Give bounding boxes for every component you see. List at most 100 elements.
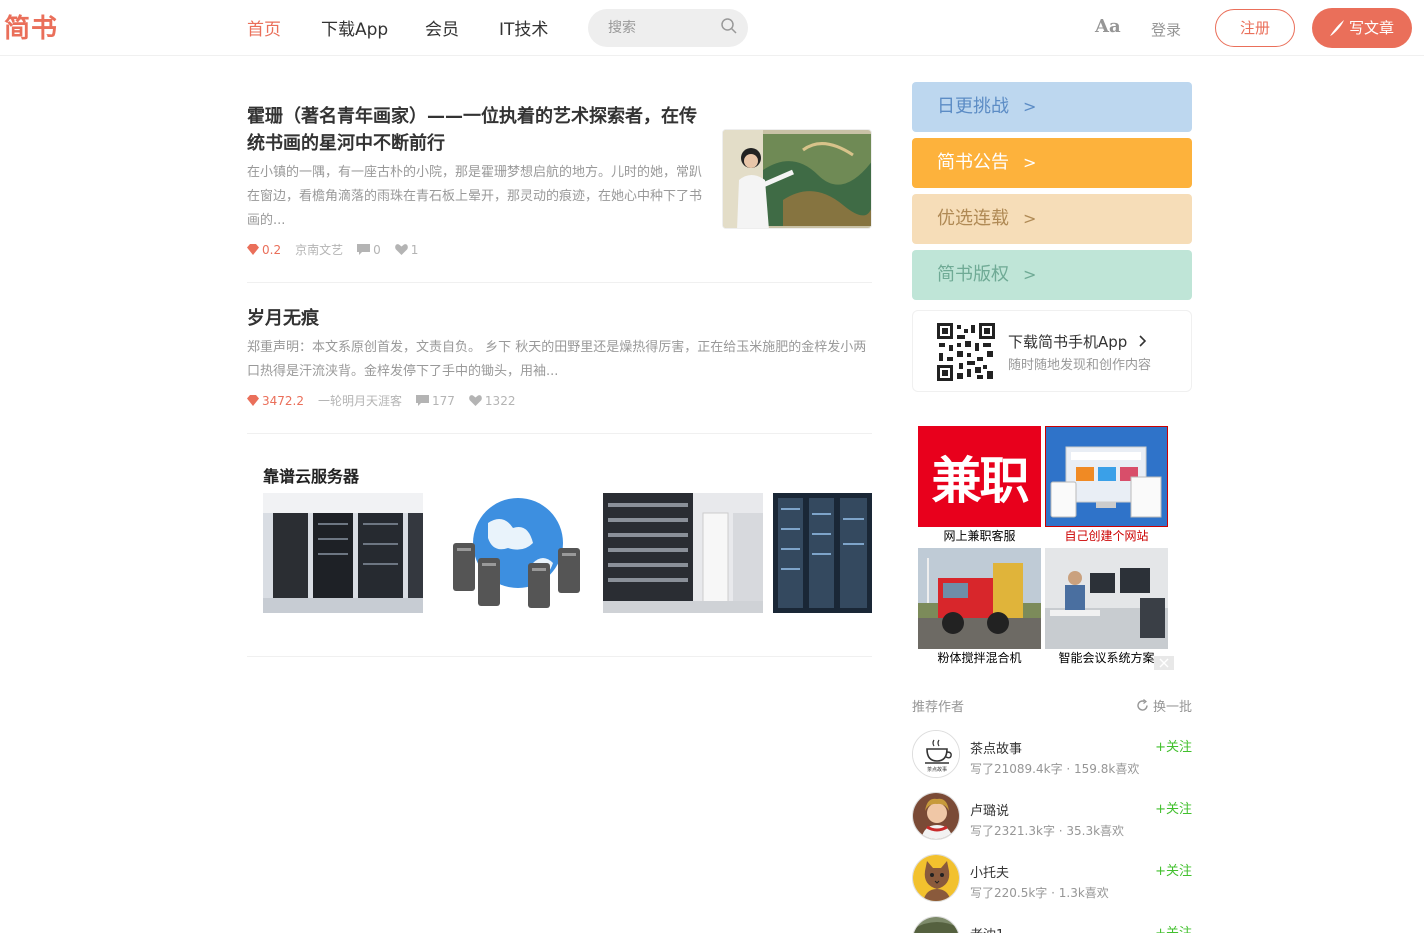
board-label: 日更挑战	[937, 96, 1009, 117]
author-item: 小托夫 写了220.5k字 · 1.3k喜欢 +关注	[912, 854, 1192, 904]
board-label: 简书版权	[937, 264, 1009, 285]
comment-count[interactable]: 0	[357, 243, 381, 257]
ad-caption: 自己创建个网站	[1064, 529, 1149, 543]
chevron-right-icon	[1139, 335, 1147, 347]
download-title: 下载简书手机App	[1008, 331, 1148, 352]
author-info: 写了21089.4k字 · 159.8k喜欢	[970, 762, 1140, 776]
nav-home[interactable]: 首页	[247, 15, 281, 40]
comment-icon	[416, 395, 430, 406]
ad-image-server-room[interactable]	[263, 493, 423, 613]
change-batch-button[interactable]: 换一批	[1136, 696, 1192, 715]
article-author[interactable]: 京南文艺	[295, 241, 343, 258]
avatar[interactable]	[912, 916, 960, 933]
download-subtitle: 随时随地发现和创作内容	[1008, 358, 1152, 373]
pen-icon	[1330, 20, 1344, 36]
author-item: 老沈1 +关注	[912, 916, 1192, 933]
comment-count[interactable]: 177	[416, 394, 455, 408]
board-serial[interactable]: 优选连载 >	[912, 194, 1192, 244]
avatar[interactable]	[912, 792, 960, 840]
board-announcement[interactable]: 简书公告 >	[912, 138, 1192, 188]
like-count: 1	[394, 242, 419, 257]
login-link[interactable]: 登录	[1151, 19, 1181, 40]
like-count: 1322	[469, 393, 516, 408]
follow-button[interactable]: +关注	[1155, 798, 1192, 817]
avatar[interactable]: 茶点故事	[912, 730, 960, 778]
diamond-value: 3472.2	[262, 393, 304, 408]
author-name[interactable]: 老沈1	[970, 924, 1004, 933]
article-author[interactable]: 一轮明月天涯客	[318, 392, 402, 409]
article-item: 岁月无痕 郑重声明：本文系原创首发，文责自负。 乡下 秋天的田野里还是燥热得厉害…	[247, 305, 872, 434]
comment-icon	[357, 244, 371, 255]
ad-block: 靠谱云服务器	[247, 434, 872, 657]
board-copyright[interactable]: 简书版权 >	[912, 250, 1192, 300]
heart-icon	[394, 244, 408, 255]
qr-code-icon	[937, 323, 995, 381]
recommend-title: 推荐作者	[912, 700, 965, 715]
author-item: 卢璐说 写了2321.3k字 · 35.3k喜欢 +关注	[912, 792, 1192, 842]
board-label: 优选连载	[937, 208, 1009, 229]
ad-big-text: 兼职	[931, 450, 1030, 510]
write-article-button[interactable]: 写文章	[1312, 8, 1412, 48]
top-navbar: 简书 首页 下载App 会员 IT技术 Aa 登录 注册 写文章	[0, 0, 1424, 56]
chevron-right-icon: >	[1023, 153, 1037, 172]
ad-image-globe-servers[interactable]	[433, 493, 593, 613]
heart-icon	[469, 395, 482, 406]
search-input[interactable]	[588, 9, 713, 47]
diamond-icon	[247, 244, 259, 255]
chevron-right-icon: >	[1023, 97, 1037, 116]
search-icon[interactable]	[721, 18, 737, 34]
nav-it-tech[interactable]: IT技术	[499, 15, 548, 40]
ad-image-rack-room[interactable]	[603, 493, 763, 613]
avatar-text: 茶点故事	[927, 766, 947, 773]
ad-image-blue-racks[interactable]	[773, 493, 872, 613]
comment-count-value: 177	[432, 393, 455, 408]
refresh-icon	[1137, 699, 1148, 711]
article-abstract: 在小镇的一隅，有一座古朴的小院，那是霍珊梦想启航的地方。儿时的她，常趴在窗边，看…	[247, 165, 703, 228]
follow-button[interactable]: +关注	[1155, 736, 1192, 755]
recommend-authors-header: 推荐作者 换一批	[912, 696, 1192, 715]
side-ad-mixer[interactable]: 粉体搅拌混合机	[918, 548, 1041, 668]
author-name[interactable]: 卢璐说	[970, 800, 1009, 819]
ad-close-icon[interactable]	[1154, 656, 1174, 670]
download-app-card[interactable]: 下载简书手机App 随时随地发现和创作内容	[912, 310, 1192, 392]
author-item: 茶点故事 茶点故事 写了21089.4k字 · 159.8k喜欢 +关注	[912, 730, 1192, 780]
avatar[interactable]	[912, 854, 960, 902]
diamond-value: 0.2	[262, 242, 282, 257]
ad-caption: 智能会议系统方案	[1058, 651, 1155, 665]
author-info: 写了2321.3k字 · 35.3k喜欢	[970, 824, 1125, 838]
article-title[interactable]: 霍珊（著名青年画家）——一位执着的艺术探索者，在传统书画的星河中不断前行	[247, 103, 705, 157]
author-name[interactable]: 茶点故事	[970, 738, 1022, 757]
font-size-toggle[interactable]: Aa	[1095, 16, 1121, 37]
site-logo[interactable]: 简书	[4, 8, 58, 45]
author-name[interactable]: 小托夫	[970, 862, 1009, 881]
article-title[interactable]: 岁月无痕	[247, 305, 872, 332]
board-label: 简书公告	[937, 152, 1009, 173]
comment-count-value: 0	[373, 242, 381, 257]
nav-download-app[interactable]: 下载App	[321, 15, 388, 40]
follow-button[interactable]: +关注	[1155, 860, 1192, 879]
like-count-value: 1322	[484, 393, 516, 408]
like-count-value: 1	[410, 242, 419, 257]
article-meta: 0.2 京南文艺 0 1	[247, 241, 705, 258]
change-batch-label: 换一批	[1152, 700, 1192, 715]
diamond-badge: 0.2	[247, 243, 281, 257]
download-title-text: 下载简书手机App	[1008, 333, 1128, 351]
ad-caption: 网上兼职客服	[943, 529, 1016, 543]
ad-caption: 粉体搅拌混合机	[937, 651, 1022, 665]
diamond-badge: 3472.2	[247, 394, 304, 408]
article-meta: 3472.2 一轮明月天涯客 177 1322	[247, 392, 872, 409]
author-info: 写了220.5k字 · 1.3k喜欢	[970, 886, 1109, 900]
diamond-icon	[247, 395, 259, 406]
write-article-label: 写文章	[1349, 19, 1395, 37]
signup-button[interactable]: 注册	[1215, 9, 1295, 47]
article-abstract: 郑重声明：本文系原创首发，文责自负。 乡下 秋天的田野里还是燥热得厉害，正在给玉…	[247, 340, 867, 379]
article-thumbnail[interactable]	[722, 129, 872, 229]
side-ad-website[interactable]: 自己创建个网站	[1045, 426, 1168, 546]
side-ad-parttime[interactable]: 兼职 网上兼职客服	[918, 426, 1041, 546]
side-ad-conference[interactable]: 智能会议系统方案	[1045, 548, 1168, 668]
nav-member[interactable]: 会员	[425, 15, 459, 40]
follow-button[interactable]: +关注	[1155, 922, 1192, 933]
chevron-right-icon: >	[1023, 265, 1037, 284]
ad-block-title[interactable]: 靠谱云服务器	[263, 463, 359, 487]
board-daily-challenge[interactable]: 日更挑战 >	[912, 82, 1192, 132]
